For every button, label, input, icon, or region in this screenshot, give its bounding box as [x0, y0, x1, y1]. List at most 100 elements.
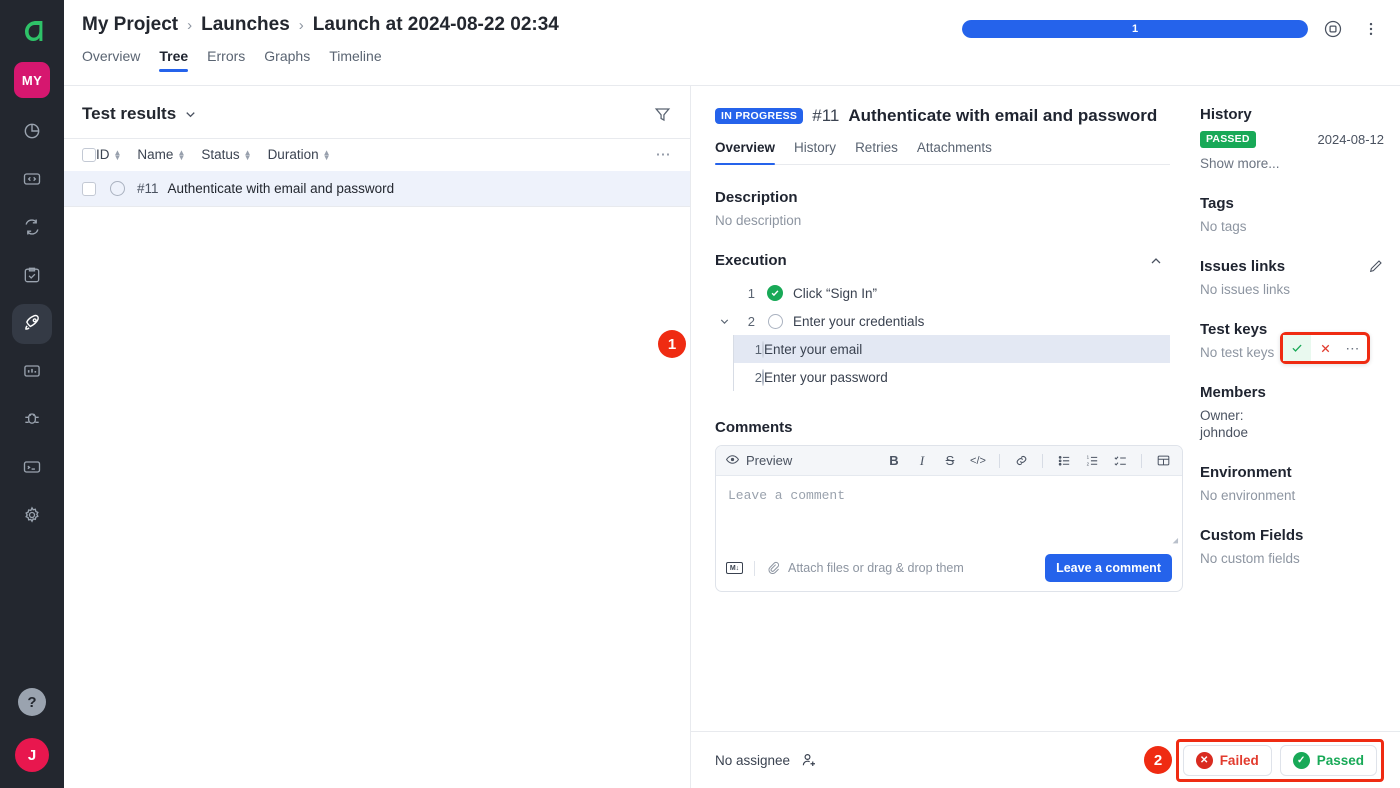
sidebar-item-test-plans[interactable] [12, 256, 52, 296]
sidebar-item-launches[interactable] [12, 304, 52, 344]
substep-label: Enter your email [764, 341, 863, 357]
sidebar-item-dashboards[interactable] [12, 112, 52, 152]
breadcrumb-launch[interactable]: Launch at 2024-08-22 02:34 [313, 14, 559, 36]
step-status [767, 313, 783, 329]
tab-detail-history[interactable]: History [794, 140, 836, 164]
row-checkbox[interactable] [82, 181, 96, 196]
breadcrumb-project[interactable]: My Project [82, 14, 178, 36]
step-fail-button[interactable] [1311, 335, 1339, 361]
issues-header-row: Issues links [1200, 258, 1384, 275]
environment-value: No environment [1200, 487, 1296, 503]
bold-icon[interactable]: B [884, 451, 904, 471]
tab-detail-retries[interactable]: Retries [855, 140, 898, 164]
show-more-link[interactable]: Show more... [1200, 156, 1384, 171]
preview-toggle[interactable]: Preview [725, 452, 792, 470]
column-status-label: Status [201, 147, 240, 162]
tab-timeline[interactable]: Timeline [329, 48, 381, 72]
chevron-up-icon[interactable] [1148, 253, 1170, 269]
description-value: No description [715, 213, 802, 228]
step-pass-button[interactable] [1283, 335, 1311, 361]
step-row[interactable]: 1 Click “Sign In” [715, 279, 1170, 307]
substep-label: Enter your password [764, 369, 888, 385]
tags-heading: Tags [1200, 194, 1234, 212]
annotation-badge-2: 2 [1144, 746, 1172, 774]
rocket-icon [22, 312, 43, 336]
link-icon[interactable] [1011, 451, 1031, 471]
chevron-down-icon[interactable] [183, 107, 198, 122]
column-duration[interactable]: Duration ▲ ▼ [268, 147, 331, 162]
failed-button[interactable]: ✕ Failed [1182, 744, 1272, 776]
project-badge[interactable]: MY [14, 62, 50, 98]
add-person-icon[interactable] [800, 751, 818, 769]
sort-icon: ▲ ▼ [243, 147, 252, 162]
strikethrough-icon[interactable]: S [940, 451, 960, 471]
resize-handle-icon[interactable]: ◢ [1173, 536, 1178, 546]
bar-chart-icon [22, 361, 42, 384]
gear-icon [22, 505, 42, 528]
issues-value: No issues links [1200, 281, 1291, 297]
step-row[interactable]: 2 Enter your credentials [715, 307, 1170, 335]
tab-detail-attachments[interactable]: Attachments [917, 140, 992, 164]
markdown-icon[interactable]: M↓ [726, 562, 743, 574]
help-icon[interactable]: ? [18, 688, 46, 716]
tab-detail-overview[interactable]: Overview [715, 140, 776, 165]
left-nav-rail: MY ? J [0, 0, 64, 788]
toolbar-divider [1042, 453, 1043, 468]
sidebar-item-settings[interactable] [12, 496, 52, 536]
allure-logo-icon[interactable] [15, 14, 49, 48]
horizontal-dots-icon[interactable]: ⋯ [656, 147, 673, 162]
step-more-button[interactable]: ⋯ [1339, 335, 1367, 361]
passed-button[interactable]: ✓ Passed [1279, 744, 1377, 776]
column-id[interactable]: ID ▲ ▼ [96, 147, 121, 162]
sidebar-item-analytics[interactable] [12, 352, 52, 392]
tab-graphs[interactable]: Graphs [264, 48, 310, 72]
paperclip-icon[interactable] [766, 560, 780, 577]
detail-footer: No assignee 2 ✕ Failed ✓ Passed [691, 731, 1400, 788]
substep-row[interactable]: 1 Enter your email [733, 335, 1170, 363]
sidebar-item-defects[interactable] [12, 400, 52, 440]
column-name[interactable]: Name ▲ ▼ [137, 147, 185, 162]
top-bar: My Project › Launches › Launch at 2024-0… [64, 0, 1400, 86]
stop-circle-icon[interactable] [1320, 16, 1346, 42]
select-all-checkbox[interactable] [82, 147, 96, 162]
pencil-icon[interactable] [1368, 258, 1384, 274]
main-area: My Project › Launches › Launch at 2024-0… [64, 0, 1400, 788]
italic-icon[interactable]: I [912, 451, 932, 471]
breadcrumb-launches[interactable]: Launches [201, 14, 290, 36]
circle-outline-icon [110, 181, 125, 196]
table-header: ID ▲▼ Name ▲▼ Status ▲▼ Duration ▲▼ [64, 138, 690, 171]
leave-comment-button[interactable]: Leave a comment [1045, 554, 1172, 582]
tab-errors[interactable]: Errors [207, 48, 245, 72]
tab-overview[interactable]: Overview [82, 48, 140, 72]
column-name-label: Name [137, 147, 174, 162]
eye-icon [725, 452, 740, 470]
substep-row[interactable]: 2 Enter your password [733, 363, 1170, 391]
progress-fill: 1 [962, 20, 1308, 38]
check-circle-icon: ✓ [1292, 751, 1310, 769]
numbered-list-icon[interactable]: 12 [1082, 451, 1102, 471]
filter-icon[interactable] [653, 105, 672, 124]
chevron-down-icon[interactable] [715, 315, 733, 328]
checklist-icon[interactable] [1110, 451, 1130, 471]
members-user: johndoe [1200, 424, 1249, 440]
table-row[interactable]: #11 Authenticate with email and password [64, 171, 690, 207]
vertical-dots-icon[interactable] [1358, 16, 1384, 42]
step-label: Enter your credentials [793, 313, 925, 329]
sidebar-item-console[interactable] [12, 448, 52, 488]
sidebar-item-api[interactable] [12, 160, 52, 200]
check-circle-icon [767, 285, 783, 301]
svg-text:1: 1 [1086, 455, 1089, 460]
chevron-right-icon: › [298, 16, 304, 34]
code-icon[interactable]: </> [968, 451, 988, 471]
preview-label: Preview [746, 453, 793, 468]
tab-tree[interactable]: Tree [159, 48, 188, 72]
passed-label: Passed [1316, 752, 1364, 768]
column-status[interactable]: Status ▲ ▼ [201, 147, 251, 162]
table-icon[interactable] [1153, 451, 1173, 471]
comment-input[interactable]: Leave a comment ◢ [716, 476, 1182, 548]
sidebar-item-automation[interactable] [12, 208, 52, 248]
bullet-list-icon[interactable] [1054, 451, 1074, 471]
test-detail-panel: IN PROGRESS #11 Authenticate with email … [658, 86, 1400, 788]
sort-icon: ▲ ▼ [177, 147, 186, 162]
avatar[interactable]: J [15, 738, 49, 772]
